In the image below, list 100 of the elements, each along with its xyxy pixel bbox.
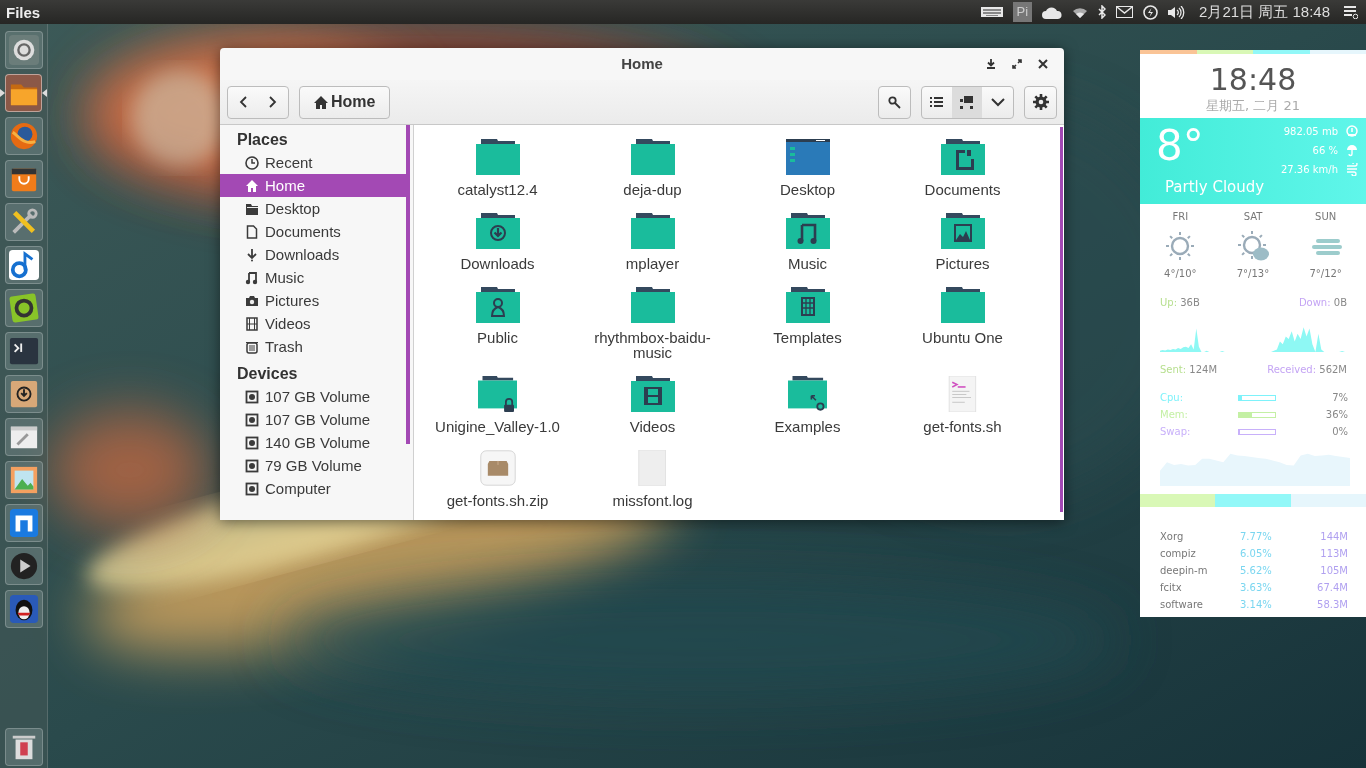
launcher-button[interactable]	[5, 288, 43, 327]
download-icon	[245, 247, 259, 262]
search-button[interactable]	[878, 85, 911, 119]
file-item[interactable]: Unigine_Valley-1.0	[420, 362, 575, 436]
launcher-button[interactable]	[5, 374, 43, 413]
network-stat: Sent: 124M	[1160, 364, 1218, 375]
file-item[interactable]: get-fonts.sh.zip	[420, 436, 575, 510]
sun-icon	[1164, 230, 1197, 262]
blank-file-icon	[638, 450, 667, 486]
forecast-temperature: 7°/12°	[1309, 268, 1342, 279]
process-percent: 5.62%	[1240, 565, 1273, 576]
sidebar-item[interactable]: Videos	[220, 312, 406, 335]
launcher-button[interactable]	[5, 245, 43, 284]
file-item[interactable]: missfont.log	[575, 436, 730, 510]
file-item[interactable]: mplayer	[575, 199, 730, 273]
grid-view-icon	[960, 95, 974, 109]
sidebar-item[interactable]: Pictures	[220, 289, 406, 312]
gauge-icon	[1346, 124, 1358, 138]
window-title: Home	[621, 54, 663, 74]
process-memory: 113M	[1320, 548, 1348, 559]
weather-detail: 27.36 km/h	[1280, 163, 1338, 175]
clock[interactable]: 2月21日 周五 18:48	[1199, 2, 1330, 22]
clock: 18:48	[1208, 62, 1298, 98]
minimize-icon	[986, 59, 996, 69]
sidebar-item[interactable]: Downloads	[220, 243, 406, 266]
caret-down-icon	[990, 97, 1005, 107]
launcher-button[interactable]	[5, 417, 43, 456]
file-item[interactable]: Pictures	[885, 199, 1040, 273]
launcher-button[interactable]	[5, 331, 43, 370]
home-icon	[245, 178, 259, 193]
maximize-icon	[1012, 59, 1022, 69]
meter-reading: 0%	[1332, 426, 1348, 437]
wifi-icon	[1072, 6, 1089, 18]
sidebar-item[interactable]: Documents	[220, 220, 406, 243]
sidebar-item[interactable]: Trash	[220, 335, 406, 358]
launcher-button[interactable]	[5, 503, 43, 542]
path-button[interactable]: Home	[299, 85, 391, 119]
close-button[interactable]	[1036, 57, 1050, 71]
drive-icon	[245, 435, 259, 450]
picture-folder-icon	[940, 213, 985, 249]
file-item[interactable]: get-fonts.sh	[885, 362, 1040, 436]
sidebar-item[interactable]: Music	[220, 266, 406, 289]
drive-icon	[245, 458, 259, 473]
mail-icon	[1116, 6, 1134, 18]
forecast-temperature: 4°/10°	[1164, 268, 1197, 279]
process-percent: 7.77%	[1240, 531, 1273, 542]
menu-icon	[1344, 5, 1358, 19]
file-item[interactable]: Public	[420, 273, 575, 362]
launcher-button[interactable]	[5, 546, 43, 585]
file-item[interactable]: rhythmbox-baidu-music	[575, 273, 730, 362]
settings-button[interactable]	[1024, 85, 1057, 119]
process-memory: 67.4M	[1317, 582, 1348, 593]
forecast-day: SAT	[1243, 211, 1263, 222]
clock-icon	[245, 155, 259, 170]
download-folder-icon	[475, 213, 520, 249]
minimize-button[interactable]	[984, 57, 998, 71]
wind-icon	[1346, 162, 1358, 176]
gear-icon	[9, 292, 39, 323]
weather-condition: Partly Cloudy	[1165, 178, 1266, 196]
sidebar-item[interactable]: Home	[220, 174, 406, 197]
folder-icon	[630, 139, 675, 175]
launcher-button[interactable]	[5, 589, 43, 628]
sidebar-item[interactable]: 140 GB Volume	[220, 431, 406, 454]
file-item[interactable]: Videos	[575, 362, 730, 436]
file-item[interactable]: Music	[730, 199, 885, 273]
sidebar-item[interactable]: Computer	[220, 477, 406, 500]
scrollbar[interactable]	[1060, 127, 1063, 512]
sidebar-item[interactable]: Desktop	[220, 197, 406, 220]
home-icon	[314, 95, 328, 109]
settings-icon	[1032, 94, 1049, 110]
maximize-button[interactable]	[1010, 57, 1024, 71]
power-icon	[1143, 4, 1159, 20]
desktop-window-icon	[785, 139, 830, 175]
file-item[interactable]: Downloads	[420, 199, 575, 273]
sidebar-heading: Devices	[236, 364, 299, 384]
person-folder-icon	[475, 287, 520, 323]
volume-icon	[1168, 5, 1186, 19]
search-icon	[888, 95, 901, 109]
folder-icon	[245, 201, 259, 216]
drive-icon	[245, 412, 259, 427]
scrollbar[interactable]	[406, 125, 410, 444]
file-item[interactable]: Documents	[885, 125, 1040, 199]
sidebar-item[interactable]: Recent	[220, 151, 406, 174]
process-percent: 3.63%	[1240, 582, 1273, 593]
file-item[interactable]: Desktop	[730, 125, 885, 199]
launcher-button[interactable]	[5, 159, 43, 198]
sidebar-item[interactable]: 79 GB Volume	[220, 454, 406, 477]
file-item[interactable]: catalyst12.4	[420, 125, 575, 199]
launcher-button[interactable]	[5, 727, 43, 766]
file-item[interactable]: Examples	[730, 362, 885, 436]
meter-reading: 36%	[1325, 409, 1348, 420]
close-icon	[1038, 59, 1048, 69]
file-item[interactable]: Ubuntu One	[885, 273, 1040, 362]
file-item[interactable]: Templates	[730, 273, 885, 362]
view-button[interactable]	[952, 86, 982, 118]
folder-icon	[940, 287, 985, 323]
weather-detail: 66 %	[1312, 144, 1338, 156]
sidebar-item[interactable]: 107 GB Volume	[220, 408, 406, 431]
file-item[interactable]: deja-dup	[575, 125, 730, 199]
sidebar-item[interactable]: 107 GB Volume	[220, 385, 406, 408]
